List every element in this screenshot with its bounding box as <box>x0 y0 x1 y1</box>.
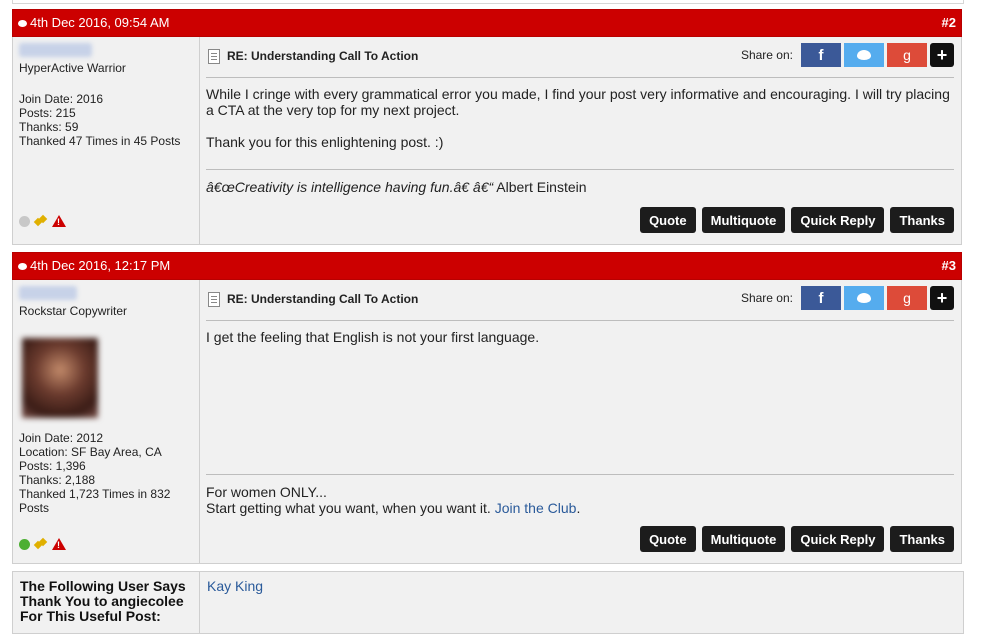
online-status-icon <box>19 538 30 550</box>
facebook-share-button[interactable]: f <box>801 43 841 67</box>
post-title: RE: Understanding Call To Action <box>227 292 419 306</box>
post-number-link[interactable]: #2 <box>942 15 956 30</box>
message-paragraph: While I cringe with every grammatical er… <box>206 86 950 118</box>
signature-quote: â€œCreativity is intelligence having fun… <box>206 179 494 195</box>
post-actions: Quote Multiquote Quick Reply Thanks <box>640 526 954 552</box>
google-icon: g <box>903 47 911 63</box>
join-club-link[interactable]: Join the Club <box>495 500 577 516</box>
quick-reply-button[interactable]: Quick Reply <box>791 526 885 552</box>
post-date: 4th Dec 2016, 09:54 AM <box>18 15 169 30</box>
thanks-box: The Following User Says Thank You to ang… <box>12 571 964 634</box>
post: 4th Dec 2016, 12:17 PM #3 angiecolee Roc… <box>12 252 962 564</box>
document-icon <box>208 292 220 307</box>
user-info-panel: angiecolee Rockstar Copywriter Join Date… <box>13 280 200 563</box>
username-link[interactable]: dasrosedarod <box>19 43 93 57</box>
google-share-button[interactable]: g <box>887 286 927 310</box>
location: Location: SF Bay Area, CA <box>19 445 162 459</box>
quick-reply-button[interactable]: Quick Reply <box>791 207 885 233</box>
multiquote-button[interactable]: Multiquote <box>701 526 786 552</box>
signature: â€œCreativity is intelligence having fun… <box>206 169 954 195</box>
report-post-icon[interactable]: ! <box>52 538 66 550</box>
share-bar: Share on: f g + <box>741 43 954 67</box>
post-title-bar: RE: Understanding Call To Action Share o… <box>206 37 954 78</box>
facebook-icon: f <box>818 46 824 64</box>
share-label: Share on: <box>740 48 793 62</box>
signature: For women ONLY... Start getting what you… <box>206 474 954 516</box>
post-message: I get the feeling that English is not yo… <box>206 329 954 361</box>
post-title: RE: Understanding Call To Action <box>227 49 419 63</box>
user-title: HyperActive Warrior <box>19 61 126 75</box>
user-stats: Join Date: 2016 Posts: 215 Thanks: 59 Th… <box>19 92 180 148</box>
quote-button[interactable]: Quote <box>640 526 696 552</box>
post-content: RE: Understanding Call To Action Share o… <box>200 37 961 244</box>
google-icon: g <box>903 290 911 306</box>
speech-bubble-icon <box>18 263 27 270</box>
thanks-users: Kay King <box>200 572 263 633</box>
plus-icon: + <box>936 287 948 308</box>
previous-post-bottom-edge <box>12 0 964 4</box>
user-info-panel: dasrosedarod HyperActive Warrior Join Da… <box>13 37 200 244</box>
thanks-label: The Following User Says Thank You to ang… <box>13 572 200 633</box>
facebook-icon: f <box>818 289 824 307</box>
message-paragraph: Thank you for this enlightening post. :) <box>206 134 444 150</box>
username-link[interactable]: angiecolee <box>19 286 78 300</box>
quote-button[interactable]: Quote <box>640 207 696 233</box>
twitter-share-button[interactable] <box>844 286 884 310</box>
reputation-icon[interactable] <box>35 216 47 226</box>
signature-text: Start getting what you want, when you wa… <box>206 500 495 516</box>
post-number-link[interactable]: #3 <box>942 258 956 273</box>
post-count: Posts: 215 <box>19 106 76 120</box>
post-title-bar: RE: Understanding Call To Action Share o… <box>206 280 954 321</box>
post-header: 4th Dec 2016, 12:17 PM #3 <box>12 252 962 280</box>
google-share-button[interactable]: g <box>887 43 927 67</box>
offline-status-icon <box>19 215 30 227</box>
post-body: angiecolee Rockstar Copywriter Join Date… <box>12 280 962 564</box>
twitter-share-button[interactable] <box>844 43 884 67</box>
post-date-text: 4th Dec 2016, 12:17 PM <box>30 258 171 273</box>
thanked-by-user-link[interactable]: Kay King <box>207 578 263 594</box>
twitter-icon <box>857 50 871 60</box>
user-stats: Join Date: 2012 Location: SF Bay Area, C… <box>19 431 189 515</box>
user-title: Rockstar Copywriter <box>19 304 128 318</box>
post-count: Posts: 1,396 <box>19 459 86 473</box>
thanks-button[interactable]: Thanks <box>890 526 954 552</box>
avatar[interactable] <box>22 338 98 418</box>
post: 4th Dec 2016, 09:54 AM #2 dasrosedarod H… <box>12 9 962 245</box>
post-actions: Quote Multiquote Quick Reply Thanks <box>640 207 954 233</box>
more-share-button[interactable]: + <box>930 43 954 67</box>
multiquote-button[interactable]: Multiquote <box>701 207 786 233</box>
post-body: dasrosedarod HyperActive Warrior Join Da… <box>12 37 962 245</box>
facebook-share-button[interactable]: f <box>801 286 841 310</box>
message-paragraph: I get the feeling that English is not yo… <box>206 329 540 345</box>
status-icons: ! <box>19 538 66 550</box>
thanks-count: Thanks: 59 <box>19 120 79 134</box>
post-date: 4th Dec 2016, 12:17 PM <box>18 258 170 273</box>
post-content: RE: Understanding Call To Action Share o… <box>200 280 961 563</box>
more-share-button[interactable]: + <box>930 286 954 310</box>
thanks-count: Thanks: 2,188 <box>19 473 96 487</box>
share-bar: Share on: f g + <box>741 286 954 310</box>
signature-line: Start getting what you want, when you wa… <box>206 500 954 516</box>
post-date-text: 4th Dec 2016, 09:54 AM <box>30 15 170 30</box>
post-header: 4th Dec 2016, 09:54 AM #2 <box>12 9 962 37</box>
share-label: Share on: <box>740 291 793 305</box>
thanked-count: Thanked 1,723 Times in 832 Posts <box>19 487 171 515</box>
reputation-icon[interactable] <box>35 539 47 549</box>
document-icon <box>208 49 220 64</box>
report-post-icon[interactable]: ! <box>52 215 66 227</box>
join-date: Join Date: 2016 <box>19 92 104 106</box>
signature-line: For women ONLY... <box>206 484 327 500</box>
speech-bubble-icon <box>18 20 27 27</box>
plus-icon: + <box>936 44 948 65</box>
status-icons: ! <box>19 215 66 227</box>
join-date: Join Date: 2012 <box>19 431 104 445</box>
twitter-icon <box>857 293 871 303</box>
signature-author: Albert Einstein <box>493 179 587 195</box>
signature-text: . <box>576 500 581 516</box>
thanked-count: Thanked 47 Times in 45 Posts <box>19 134 181 148</box>
thanks-button[interactable]: Thanks <box>890 207 954 233</box>
post-message: While I cringe with every grammatical er… <box>206 86 954 166</box>
